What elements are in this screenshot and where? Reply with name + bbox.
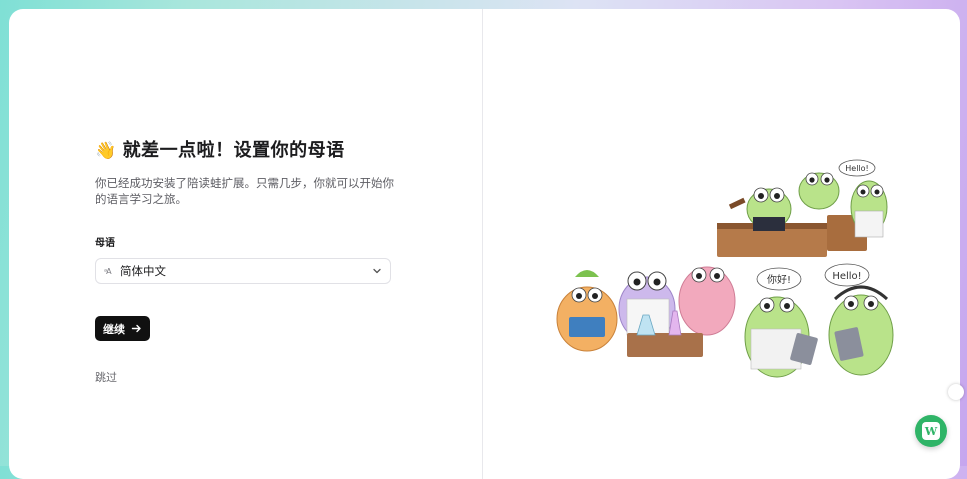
- bubble-text: Hello!: [832, 271, 861, 282]
- app-logo-icon: W: [922, 422, 940, 440]
- chevron-down-icon: [373, 268, 381, 274]
- continue-button[interactable]: 继续: [95, 316, 150, 341]
- wave-icon: 👋: [95, 141, 117, 161]
- language-icon: ᵃA: [104, 266, 112, 276]
- skip-link[interactable]: 跳过: [95, 369, 395, 385]
- onboarding-card: 👋 就差一点啦！设置你的母语 你已经成功安装了陪读蛙扩展。只需几步，你就可以开始…: [9, 9, 960, 479]
- page-title-text: 就差一点啦！设置你的母语: [122, 140, 345, 161]
- bubble-text: 你好!: [767, 273, 791, 286]
- page-title: 👋 就差一点啦！设置你的母语: [95, 139, 395, 163]
- native-language-label: 母语: [95, 238, 115, 249]
- bubble-text: Hello!: [845, 164, 868, 173]
- panel-divider: [482, 9, 483, 479]
- native-language-value: 简体中文: [120, 264, 166, 278]
- native-language-select[interactable]: ᵃA 简体中文: [95, 258, 391, 284]
- arrow-right-icon: [131, 324, 141, 333]
- continue-label: 继续: [103, 322, 125, 336]
- frogs-illustration: Hello! 你好! Hello!: [556, 159, 894, 378]
- language-setup-panel: 👋 就差一点啦！设置你的母语 你已经成功安装了陪读蛙扩展。只需几步，你就可以开始…: [95, 139, 395, 385]
- side-handle[interactable]: [948, 384, 964, 400]
- page-subtitle: 你已经成功安装了陪读蛙扩展。只需几步，你就可以开始你的语言学习之旅。: [95, 176, 394, 206]
- floating-action-button[interactable]: W: [915, 415, 947, 447]
